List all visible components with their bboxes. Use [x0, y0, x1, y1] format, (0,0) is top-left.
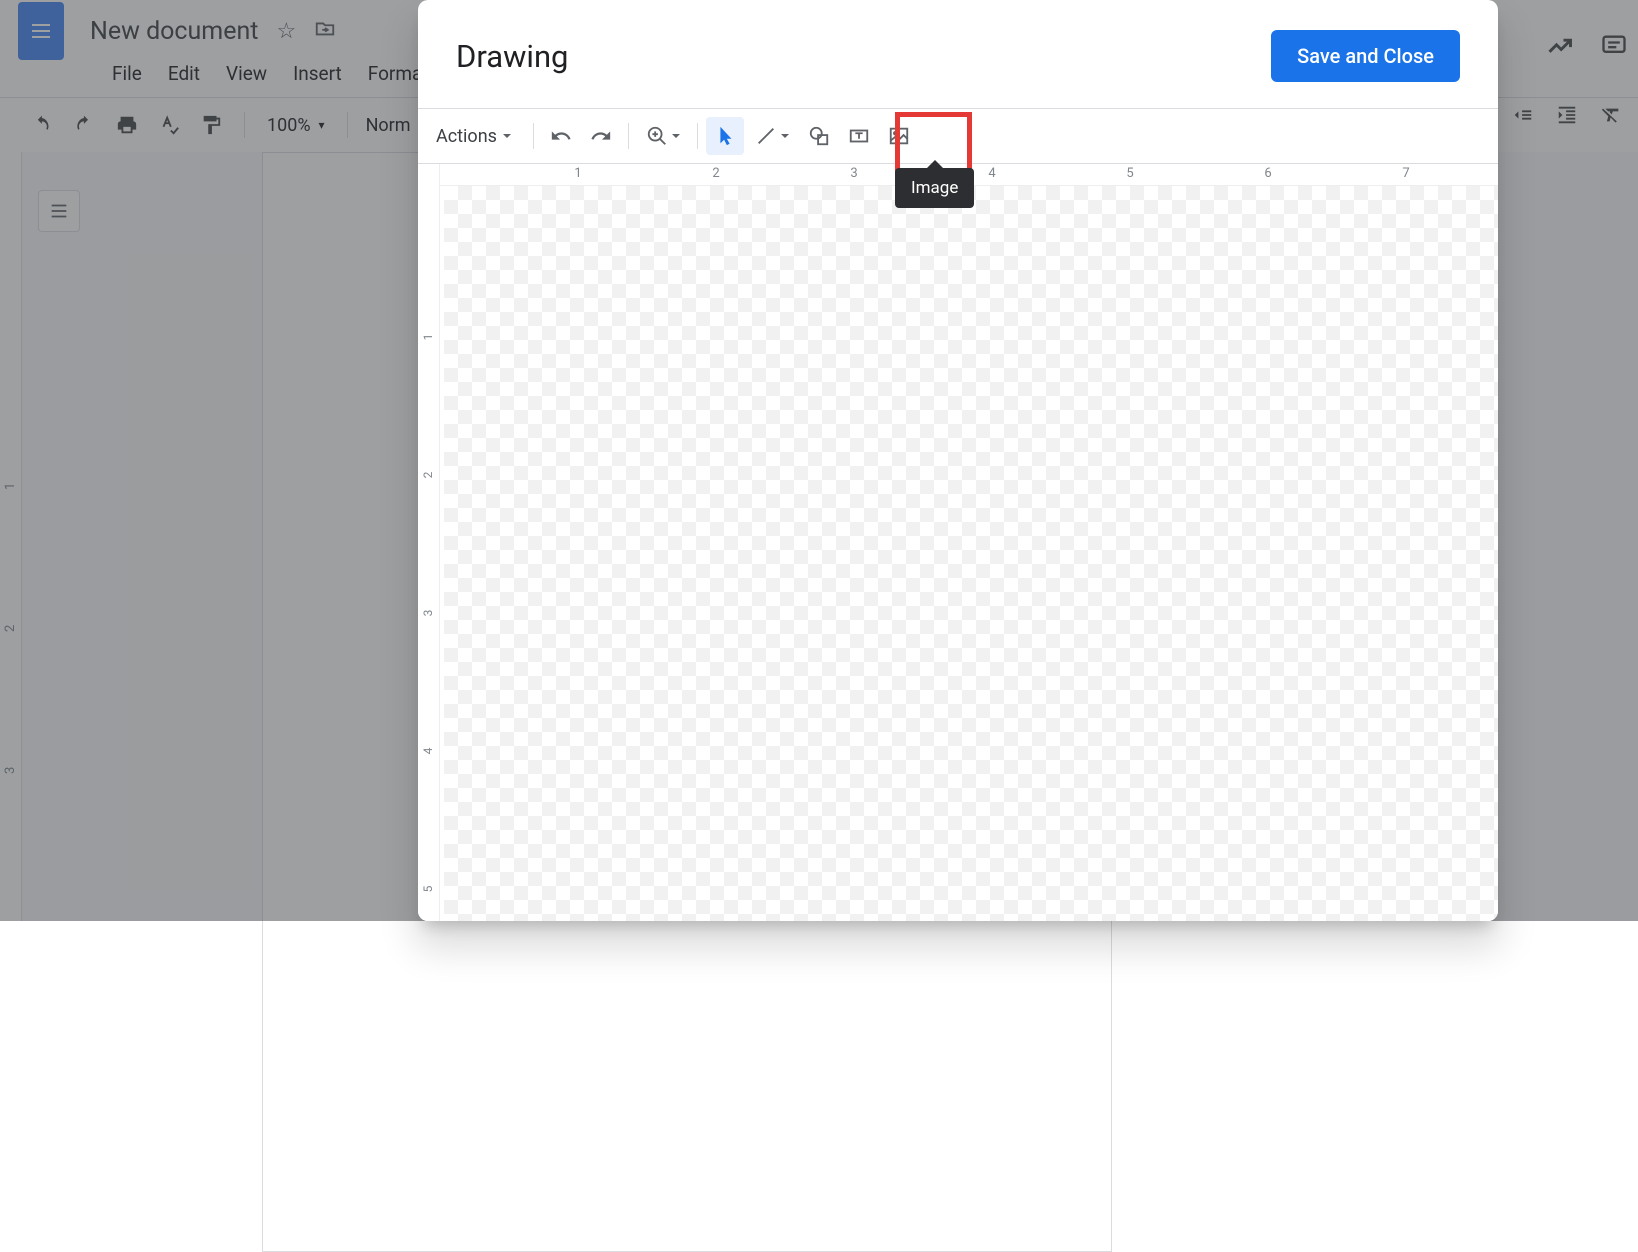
shape-tool[interactable] — [800, 117, 838, 155]
redo-button[interactable] — [582, 117, 620, 155]
image-tooltip: Image — [895, 168, 974, 208]
separator — [533, 123, 534, 149]
drawing-toolbar: Actions — [418, 108, 1498, 164]
drawing-canvas[interactable] — [444, 186, 1498, 921]
zoom-button[interactable] — [637, 117, 689, 155]
actions-menu[interactable]: Actions — [422, 118, 525, 155]
separator — [697, 123, 698, 149]
image-tool[interactable] — [880, 117, 918, 155]
line-tool[interactable] — [746, 117, 798, 155]
text-box-tool[interactable] — [840, 117, 878, 155]
dialog-header: Drawing Save and Close — [418, 0, 1498, 108]
vertical-ruler[interactable]: 1 2 3 4 5 — [418, 164, 440, 921]
separator — [628, 123, 629, 149]
save-and-close-button[interactable]: Save and Close — [1271, 30, 1460, 82]
drawing-canvas-area: 1 2 3 4 5 6 7 1 2 3 4 5 — [418, 164, 1498, 921]
select-tool[interactable] — [706, 117, 744, 155]
drawing-dialog: Drawing Save and Close Actions — [418, 0, 1498, 921]
undo-button[interactable] — [542, 117, 580, 155]
dialog-title: Drawing — [456, 38, 568, 75]
